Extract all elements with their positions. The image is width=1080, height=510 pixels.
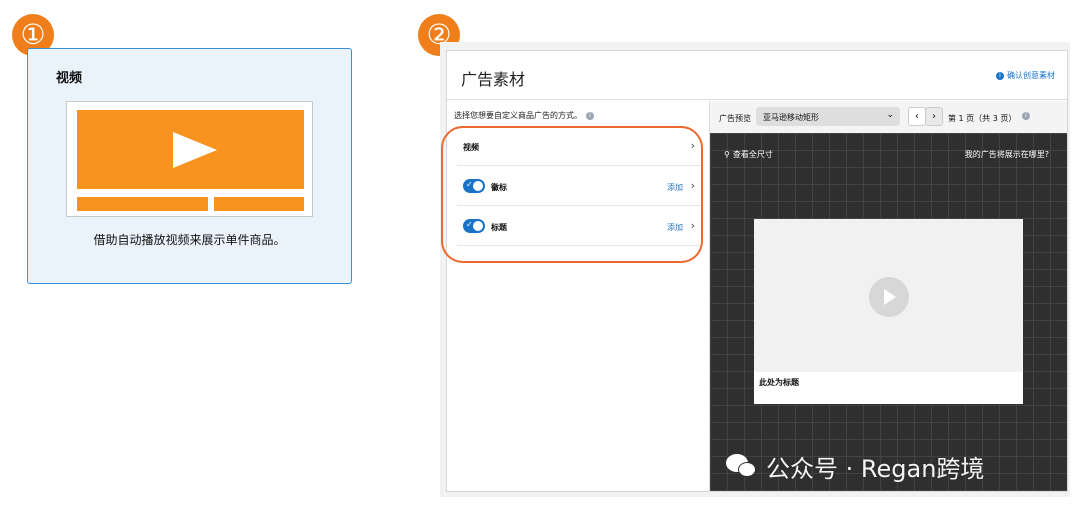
preview-canvas: ⚲ 查看全尺寸 我的广告将展示在哪里? 此处为标题: [710, 133, 1067, 491]
help-link[interactable]: i 确认创意素材: [996, 70, 1055, 81]
info-icon[interactable]: i: [1022, 112, 1030, 120]
next-page-button[interactable]: ›: [925, 107, 943, 126]
ad-video-placeholder: [754, 219, 1023, 372]
ad-preview-card: 此处为标题: [754, 219, 1023, 404]
view-full-size-label: 查看全尺寸: [732, 150, 773, 159]
wechat-icon: [726, 453, 758, 480]
preview-toolbar: 广告预览 亚马逊移动矩形 ⌄ ‹ › 第 1 页（共 3 页） i: [710, 101, 1067, 133]
ad-headline: 此处为标题: [759, 378, 799, 387]
placement-select[interactable]: 亚马逊移动矩形 ⌄: [756, 107, 900, 126]
video-caption-bar: [77, 197, 208, 211]
help-link-label: 确认创意素材: [1007, 71, 1055, 80]
search-icon: ⚲: [724, 150, 730, 159]
play-icon: [173, 132, 217, 168]
preview-column: 广告预览 亚马逊移动矩形 ⌄ ‹ › 第 1 页（共 3 页） i ⚲ 查看全尺…: [710, 101, 1067, 491]
info-icon: i: [996, 71, 1004, 80]
page: ① ② 视频 借助自动播放视频来展示单件商品。 广告素材 i 确认创意素材 选择…: [0, 0, 1080, 510]
chevron-down-icon: ⌄: [886, 110, 894, 120]
panel-title: 广告素材: [461, 70, 526, 89]
card-title: 视频: [56, 71, 83, 86]
page-indicator: 第 1 页（共 3 页）: [948, 114, 1017, 123]
highlight-ring: [441, 126, 703, 263]
watermark: 公众号 · Regan跨境: [726, 449, 984, 484]
play-icon[interactable]: [869, 277, 909, 317]
video-format-card[interactable]: 视频 借助自动播放视频来展示单件商品。: [27, 48, 352, 284]
card-description: 借助自动播放视频来展示单件商品。: [93, 233, 286, 247]
placement-value: 亚马逊移动矩形: [763, 113, 819, 122]
view-full-size-link[interactable]: ⚲ 查看全尺寸: [724, 149, 773, 160]
video-thumbnail: [77, 110, 304, 189]
options-prompt-text: 选择您想要自定义商品广告的方式。: [454, 111, 582, 120]
options-prompt: 选择您想要自定义商品广告的方式。 i: [454, 110, 594, 121]
prev-page-button[interactable]: ‹: [908, 107, 926, 126]
watermark-text: 公众号 · Regan跨境: [766, 455, 985, 483]
video-caption-bar: [214, 197, 304, 211]
video-illustration: [66, 101, 313, 217]
ad-creative-panel: 广告素材 i 确认创意素材 选择您想要自定义商品广告的方式。 i 视频 › ✓ …: [446, 50, 1068, 492]
panel-header: 广告素材 i 确认创意素材: [447, 51, 1067, 100]
info-icon[interactable]: i: [586, 111, 594, 120]
preview-label: 广告预览: [719, 114, 751, 123]
where-ads-appear-link[interactable]: 我的广告将展示在哪里?: [965, 149, 1049, 160]
